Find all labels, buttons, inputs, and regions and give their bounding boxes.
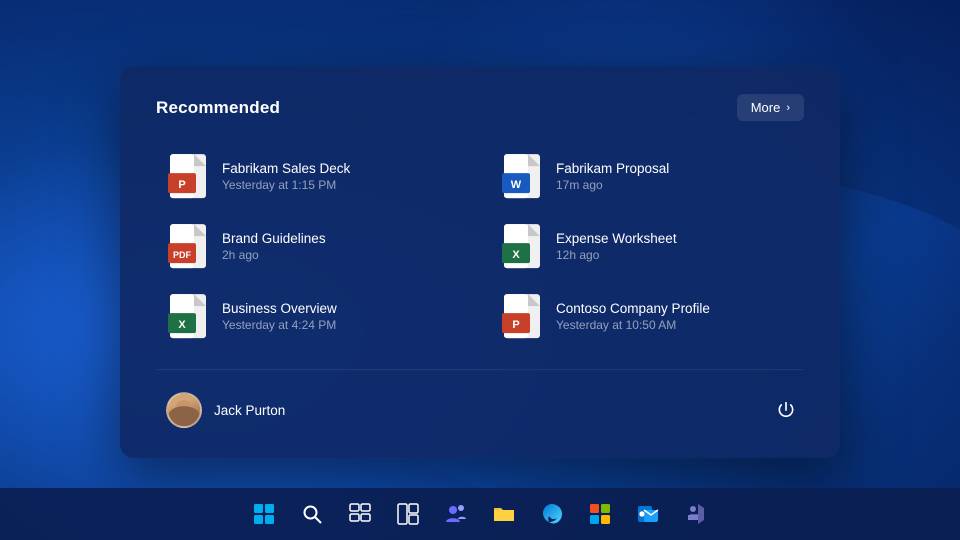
- task-view-button[interactable]: [338, 492, 382, 536]
- file-info: Brand Guidelines 2h ago: [222, 231, 326, 262]
- store-icon: [587, 501, 613, 527]
- file-name: Expense Worksheet: [556, 231, 677, 246]
- file-name: Fabrikam Proposal: [556, 161, 669, 176]
- file-time: Yesterday at 10:50 AM: [556, 318, 710, 332]
- task-view-icon: [347, 501, 373, 527]
- windows-start-icon: [251, 501, 277, 527]
- file-info: Expense Worksheet 12h ago: [556, 231, 677, 262]
- file-explorer-icon: [491, 501, 517, 527]
- docx-file-icon: W: [502, 153, 542, 199]
- svg-text:W: W: [511, 179, 522, 191]
- file-name: Fabrikam Sales Deck: [222, 161, 350, 176]
- svg-text:P: P: [512, 319, 519, 331]
- file-name: Business Overview: [222, 301, 337, 316]
- store-button[interactable]: [578, 492, 622, 536]
- file-info: Fabrikam Proposal 17m ago: [556, 161, 669, 192]
- list-item[interactable]: P Contoso Company Profile Yesterday at 1…: [490, 283, 804, 349]
- windows-start-button[interactable]: [242, 492, 286, 536]
- edge-button[interactable]: [530, 492, 574, 536]
- list-item[interactable]: X Expense Worksheet 12h ago: [490, 213, 804, 279]
- outlook-button[interactable]: [626, 492, 670, 536]
- avatar: [166, 392, 202, 428]
- teams-chat-button[interactable]: [434, 492, 478, 536]
- svg-text:X: X: [512, 249, 520, 261]
- file-time: Yesterday at 1:15 PM: [222, 178, 350, 192]
- file-time: 17m ago: [556, 178, 669, 192]
- more-button[interactable]: More ›: [737, 94, 804, 121]
- list-item[interactable]: W Fabrikam Proposal 17m ago: [490, 143, 804, 209]
- search-icon: [299, 501, 325, 527]
- pptx-file-icon: P: [168, 153, 208, 199]
- list-item[interactable]: P Fabrikam Sales Deck Yesterday at 1:15 …: [156, 143, 470, 209]
- file-explorer-button[interactable]: [482, 492, 526, 536]
- svg-text:P: P: [178, 179, 185, 191]
- edge-icon: [539, 501, 565, 527]
- pdf-file-icon: PDF: [168, 223, 208, 269]
- file-time: 12h ago: [556, 248, 677, 262]
- file-grid: P Fabrikam Sales Deck Yesterday at 1:15 …: [156, 143, 804, 349]
- chevron-right-icon: ›: [786, 102, 790, 114]
- taskbar: [0, 488, 960, 540]
- recommended-header: Recommended More ›: [156, 94, 804, 121]
- user-bar: Jack Purton: [156, 369, 804, 434]
- outlook-icon: [635, 501, 661, 527]
- pptx-file-icon-2: P: [502, 293, 542, 339]
- svg-text:X: X: [178, 319, 186, 331]
- search-button[interactable]: [290, 492, 334, 536]
- snap-layout-button[interactable]: [386, 492, 430, 536]
- file-info: Fabrikam Sales Deck Yesterday at 1:15 PM: [222, 161, 350, 192]
- file-name: Brand Guidelines: [222, 231, 326, 246]
- file-info: Business Overview Yesterday at 4:24 PM: [222, 301, 337, 332]
- snap-layout-icon: [395, 501, 421, 527]
- list-item[interactable]: PDF Brand Guidelines 2h ago: [156, 213, 470, 279]
- teams-chat-icon: [443, 501, 469, 527]
- recommended-title: Recommended: [156, 98, 280, 118]
- xlsx-file-icon: X: [502, 223, 542, 269]
- file-info: Contoso Company Profile Yesterday at 10:…: [556, 301, 710, 332]
- xlsx-file-icon-2: X: [168, 293, 208, 339]
- power-icon: [776, 400, 796, 420]
- teams-button[interactable]: [674, 492, 718, 536]
- teams-icon: [683, 501, 709, 527]
- file-time: 2h ago: [222, 248, 326, 262]
- list-item[interactable]: X Business Overview Yesterday at 4:24 PM: [156, 283, 470, 349]
- svg-text:PDF: PDF: [173, 250, 192, 260]
- start-menu: Recommended More › P Fabrikam Sales Deck…: [120, 66, 840, 458]
- file-name: Contoso Company Profile: [556, 301, 710, 316]
- user-info[interactable]: Jack Purton: [156, 386, 295, 434]
- power-button[interactable]: [768, 392, 804, 428]
- user-name: Jack Purton: [214, 403, 285, 418]
- file-time: Yesterday at 4:24 PM: [222, 318, 337, 332]
